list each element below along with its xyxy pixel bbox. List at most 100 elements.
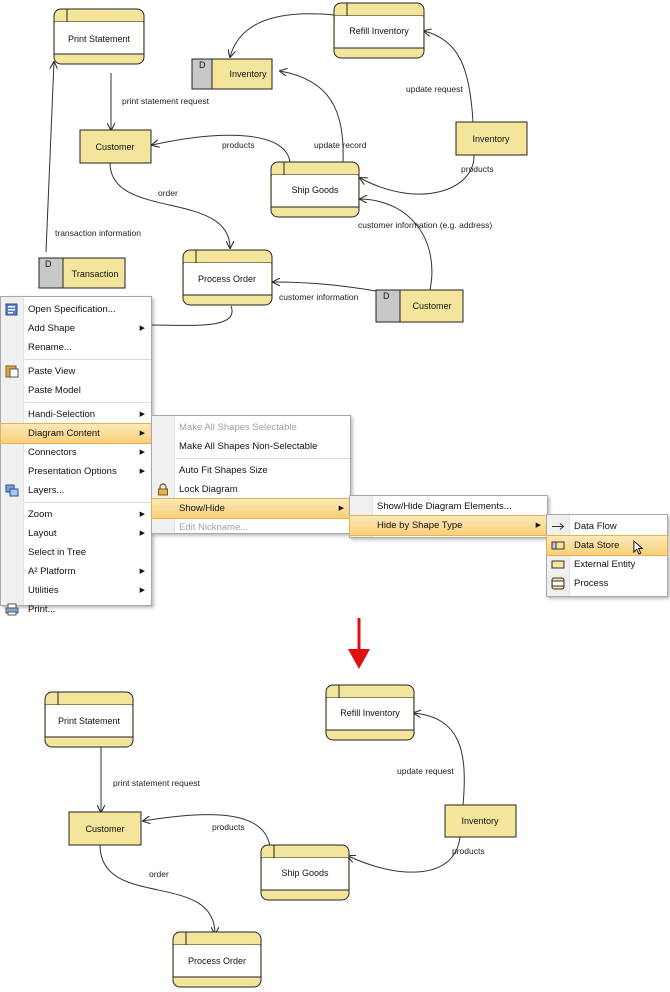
datastore-label: Customer (412, 301, 451, 311)
menu-item-print[interactable]: Print... (1, 600, 151, 619)
menu-item-handi-selection[interactable]: Handi-Selection ▶ (1, 405, 151, 424)
menu-item-show-hide-diagram-elements[interactable]: Show/Hide Diagram Elements... (350, 497, 547, 516)
menu-item-process[interactable]: Process (547, 574, 667, 593)
menu-item-data-flow[interactable]: Data Flow (547, 517, 667, 536)
menu-separator (176, 458, 350, 459)
menu-item-label: Data Store (574, 540, 620, 551)
submenu-diagram-content: Make All Shapes Selectable Make All Shap… (151, 415, 351, 534)
submenu-arrow-icon: ▶ (139, 430, 145, 437)
menu-item-connectors[interactable]: Connectors ▶ (1, 443, 151, 462)
context-menu: Open Specification... Add Shape ▶ Rename… (0, 296, 152, 616)
layers-icon (5, 484, 19, 497)
datastore-transaction[interactable]: D Transaction (38, 257, 126, 289)
menu-item-layers[interactable]: Layers... (1, 481, 151, 500)
process-process-order[interactable]: Process Order (172, 931, 262, 988)
menu-item-presentation-options[interactable]: Presentation Options ▶ (1, 462, 151, 481)
menu-item-select-in-tree[interactable]: Select in Tree (1, 543, 151, 562)
flow-label: transaction information (55, 228, 141, 238)
menu-item-hide-by-shape-type[interactable]: Hide by Shape Type ▶ (349, 515, 548, 536)
datastore-label: Inventory (229, 69, 267, 79)
menu-item-open-specification[interactable]: Open Specification... (1, 300, 151, 319)
printer-icon (5, 603, 19, 616)
datastore-inventory[interactable]: D Inventory (191, 58, 273, 90)
menu-item-edit-nickname[interactable]: Edit Nickname... (152, 518, 350, 537)
flow-label: products (452, 846, 485, 856)
menu-item-label: Open Specification... (28, 304, 116, 315)
datastore-customer[interactable]: D Customer (375, 289, 464, 323)
submenu-arrow-icon: ▶ (338, 505, 344, 512)
datastore-id: D (45, 259, 52, 269)
menu-item-auto-fit-shapes[interactable]: Auto Fit Shapes Size (152, 461, 350, 480)
process-print-statement[interactable]: Print Statement (44, 691, 134, 748)
submenu-show-hide: Show/Hide Diagram Elements... Hide by Sh… (349, 495, 548, 538)
menu-item-make-all-non-selectable[interactable]: Make All Shapes Non-Selectable (152, 437, 350, 456)
menu-item-label: Paste Model (28, 385, 81, 396)
datastore-label: Transaction (72, 269, 119, 279)
menu-item-make-all-selectable[interactable]: Make All Shapes Selectable (152, 418, 350, 437)
entity-customer[interactable]: Customer (68, 811, 142, 846)
menu-item-data-store[interactable]: Data Store (546, 535, 668, 556)
entity-label: Customer (85, 824, 124, 834)
flow-label: print statement request (113, 778, 201, 788)
menu-item-label: Print... (28, 604, 56, 615)
menu-item-label: Add Shape (28, 323, 76, 334)
menu-item-utilities[interactable]: Utilities ▶ (1, 581, 151, 600)
process-ship-goods[interactable]: Ship Goods (270, 161, 360, 218)
flow-label: products (222, 140, 255, 150)
menu-separator (25, 402, 151, 403)
process-label: Ship Goods (291, 185, 339, 195)
flow-label: order (158, 188, 178, 198)
menu-item-a2-platform[interactable]: A² Platform ▶ (1, 562, 151, 581)
flow-label: update request (406, 84, 463, 94)
menu-item-label: Zoom (28, 509, 53, 520)
menu-item-label: Handi-Selection (28, 409, 96, 420)
process-ship-goods[interactable]: Ship Goods (260, 844, 350, 901)
menu-item-zoom[interactable]: Zoom ▶ (1, 505, 151, 524)
menu-item-paste-view[interactable]: Paste View (1, 362, 151, 381)
menu-item-label: A² Platform (28, 566, 76, 577)
menu-item-label: Process (574, 578, 609, 589)
process-label: Refill Inventory (349, 26, 409, 36)
menu-item-label: Utilities (28, 585, 59, 596)
process-refill-inventory[interactable]: Refill Inventory (333, 2, 425, 59)
menu-item-label: Show/Hide (179, 503, 225, 514)
menu-item-label: Lock Diagram (179, 484, 238, 495)
process-label: Print Statement (58, 716, 121, 726)
menu-item-label: Presentation Options (28, 466, 117, 477)
menu-item-label: Layout (28, 528, 57, 539)
submenu-arrow-icon: ▶ (139, 511, 145, 518)
red-down-arrow (348, 618, 370, 669)
menu-item-paste-model[interactable]: Paste Model (1, 381, 151, 400)
process-refill-inventory[interactable]: Refill Inventory (325, 684, 415, 741)
process-label: Refill Inventory (340, 708, 400, 718)
menu-item-external-entity[interactable]: External Entity (547, 555, 667, 574)
entity-inventory[interactable]: Inventory (444, 804, 517, 838)
menu-item-show-hide[interactable]: Show/Hide ▶ (151, 498, 351, 519)
submenu-arrow-icon: ▶ (139, 530, 145, 537)
process-print-statement[interactable]: Print Statement (53, 8, 145, 65)
submenu-arrow-icon: ▶ (535, 522, 541, 529)
menu-item-add-shape[interactable]: Add Shape ▶ (1, 319, 151, 338)
lock-icon (158, 483, 168, 496)
process-label: Process Order (188, 956, 246, 966)
flow-label: products (212, 822, 245, 832)
menu-item-label: External Entity (574, 559, 636, 570)
bottom-edges (100, 713, 465, 934)
menu-item-rename[interactable]: Rename... (1, 338, 151, 357)
menu-item-diagram-content[interactable]: Diagram Content ▶ (0, 423, 152, 444)
datastore-id: D (383, 291, 390, 301)
menu-item-label: Make All Shapes Non-Selectable (179, 441, 318, 452)
flow-label: update request (397, 766, 454, 776)
menu-item-lock-diagram[interactable]: Lock Diagram (152, 480, 350, 499)
menu-item-label: Select in Tree (28, 547, 87, 558)
mouse-cursor-icon (633, 540, 644, 555)
menu-item-label: Show/Hide Diagram Elements... (377, 501, 512, 512)
process-icon (551, 577, 565, 590)
menu-item-layout[interactable]: Layout ▶ (1, 524, 151, 543)
process-process-order[interactable]: Process Order (182, 249, 273, 306)
entity-customer[interactable]: Customer (79, 129, 152, 164)
specification-icon (5, 303, 18, 316)
menu-item-label: Make All Shapes Selectable (179, 422, 297, 433)
process-label: Process Order (198, 274, 256, 284)
entity-inventory[interactable]: Inventory (455, 121, 528, 156)
